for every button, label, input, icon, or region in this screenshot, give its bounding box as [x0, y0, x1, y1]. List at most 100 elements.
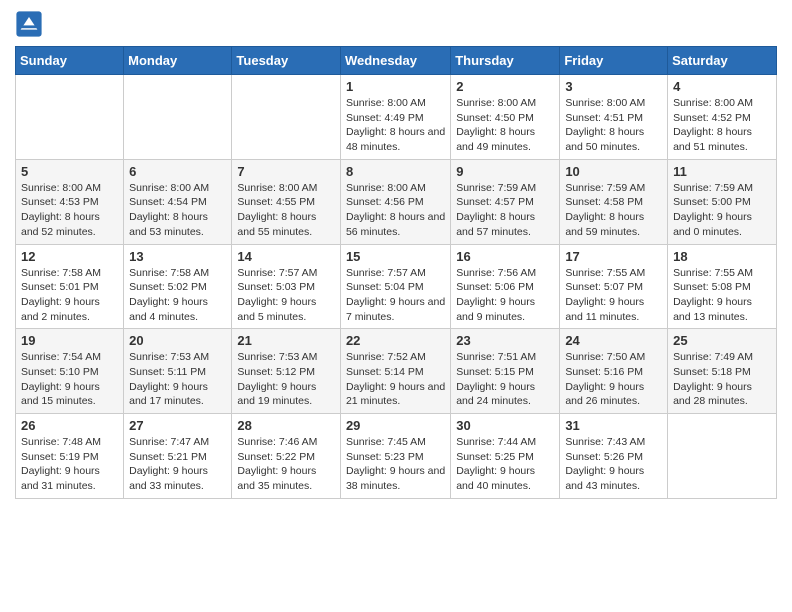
- day-info: Sunrise: 7:54 AM Sunset: 5:10 PM Dayligh…: [21, 350, 118, 409]
- day-info: Sunrise: 7:58 AM Sunset: 5:02 PM Dayligh…: [129, 266, 226, 325]
- day-info: Sunrise: 7:57 AM Sunset: 5:03 PM Dayligh…: [237, 266, 335, 325]
- calendar-cell: 3 Sunrise: 8:00 AM Sunset: 4:51 PM Daylig…: [560, 75, 668, 160]
- day-number: 29: [346, 418, 445, 433]
- day-number: 23: [456, 333, 554, 348]
- calendar-cell: [124, 75, 232, 160]
- day-info: Sunrise: 8:00 AM Sunset: 4:52 PM Dayligh…: [673, 96, 771, 155]
- day-number: 7: [237, 164, 335, 179]
- calendar-cell: 19 Sunrise: 7:54 AM Sunset: 5:10 PM Dayli…: [16, 329, 124, 414]
- weekday-header-sunday: Sunday: [16, 47, 124, 75]
- day-info: Sunrise: 7:55 AM Sunset: 5:07 PM Dayligh…: [565, 266, 662, 325]
- calendar-table: SundayMondayTuesdayWednesdayThursdayFrid…: [15, 46, 777, 499]
- day-info: Sunrise: 8:00 AM Sunset: 4:56 PM Dayligh…: [346, 181, 445, 240]
- day-info: Sunrise: 7:59 AM Sunset: 4:57 PM Dayligh…: [456, 181, 554, 240]
- day-number: 17: [565, 249, 662, 264]
- day-number: 12: [21, 249, 118, 264]
- calendar-week-3: 12 Sunrise: 7:58 AM Sunset: 5:01 PM Dayli…: [16, 244, 777, 329]
- day-number: 27: [129, 418, 226, 433]
- day-info: Sunrise: 7:59 AM Sunset: 5:00 PM Dayligh…: [673, 181, 771, 240]
- calendar-cell: 9 Sunrise: 7:59 AM Sunset: 4:57 PM Daylig…: [451, 159, 560, 244]
- day-info: Sunrise: 7:51 AM Sunset: 5:15 PM Dayligh…: [456, 350, 554, 409]
- calendar-cell: 15 Sunrise: 7:57 AM Sunset: 5:04 PM Dayli…: [340, 244, 450, 329]
- day-info: Sunrise: 7:53 AM Sunset: 5:12 PM Dayligh…: [237, 350, 335, 409]
- day-number: 21: [237, 333, 335, 348]
- day-info: Sunrise: 7:47 AM Sunset: 5:21 PM Dayligh…: [129, 435, 226, 494]
- day-number: 22: [346, 333, 445, 348]
- day-info: Sunrise: 7:52 AM Sunset: 5:14 PM Dayligh…: [346, 350, 445, 409]
- calendar-cell: 11 Sunrise: 7:59 AM Sunset: 5:00 PM Dayli…: [668, 159, 777, 244]
- calendar-cell: 2 Sunrise: 8:00 AM Sunset: 4:50 PM Daylig…: [451, 75, 560, 160]
- day-info: Sunrise: 7:48 AM Sunset: 5:19 PM Dayligh…: [21, 435, 118, 494]
- calendar-cell: 5Sunrise: 8:00 AM Sunset: 4:53 PM Daylig…: [16, 159, 124, 244]
- weekday-header-thursday: Thursday: [451, 47, 560, 75]
- weekday-header-row: SundayMondayTuesdayWednesdayThursdayFrid…: [16, 47, 777, 75]
- day-info: Sunrise: 8:00 AM Sunset: 4:51 PM Dayligh…: [565, 96, 662, 155]
- day-info: Sunrise: 7:56 AM Sunset: 5:06 PM Dayligh…: [456, 266, 554, 325]
- day-info: Sunrise: 7:45 AM Sunset: 5:23 PM Dayligh…: [346, 435, 445, 494]
- calendar-cell: 24 Sunrise: 7:50 AM Sunset: 5:16 PM Dayli…: [560, 329, 668, 414]
- calendar-cell: 25Sunrise: 7:49 AM Sunset: 5:18 PM Dayli…: [668, 329, 777, 414]
- calendar-week-1: 1Sunrise: 8:00 AM Sunset: 4:49 PM Daylig…: [16, 75, 777, 160]
- day-number: 14: [237, 249, 335, 264]
- day-number: 9: [456, 164, 554, 179]
- day-info: Sunrise: 7:49 AM Sunset: 5:18 PM Dayligh…: [673, 350, 771, 409]
- day-info: Sunrise: 7:46 AM Sunset: 5:22 PM Dayligh…: [237, 435, 335, 494]
- day-number: 19: [21, 333, 118, 348]
- calendar-cell: 31 Sunrise: 7:43 AM Sunset: 5:26 PM Dayli…: [560, 414, 668, 499]
- page: SundayMondayTuesdayWednesdayThursdayFrid…: [0, 0, 792, 514]
- day-number: 2: [456, 79, 554, 94]
- calendar-week-5: 26 Sunrise: 7:48 AM Sunset: 5:19 PM Dayli…: [16, 414, 777, 499]
- calendar-cell: 7Sunrise: 8:00 AM Sunset: 4:55 PM Daylig…: [232, 159, 341, 244]
- day-info: Sunrise: 7:53 AM Sunset: 5:11 PM Dayligh…: [129, 350, 226, 409]
- day-info: Sunrise: 8:00 AM Sunset: 4:53 PM Dayligh…: [21, 181, 118, 240]
- day-number: 3: [565, 79, 662, 94]
- day-info: Sunrise: 7:43 AM Sunset: 5:26 PM Dayligh…: [565, 435, 662, 494]
- calendar-cell: 16Sunrise: 7:56 AM Sunset: 5:06 PM Dayli…: [451, 244, 560, 329]
- day-number: 26: [21, 418, 118, 433]
- calendar-cell: 30Sunrise: 7:44 AM Sunset: 5:25 PM Dayli…: [451, 414, 560, 499]
- calendar-week-2: 5Sunrise: 8:00 AM Sunset: 4:53 PM Daylig…: [16, 159, 777, 244]
- calendar-cell: 10Sunrise: 7:59 AM Sunset: 4:58 PM Dayli…: [560, 159, 668, 244]
- day-number: 11: [673, 164, 771, 179]
- logo-icon: [15, 10, 43, 38]
- day-info: Sunrise: 7:57 AM Sunset: 5:04 PM Dayligh…: [346, 266, 445, 325]
- calendar-cell: 18Sunrise: 7:55 AM Sunset: 5:08 PM Dayli…: [668, 244, 777, 329]
- calendar-cell: 26 Sunrise: 7:48 AM Sunset: 5:19 PM Dayli…: [16, 414, 124, 499]
- day-number: 24: [565, 333, 662, 348]
- day-info: Sunrise: 7:50 AM Sunset: 5:16 PM Dayligh…: [565, 350, 662, 409]
- calendar-week-4: 19 Sunrise: 7:54 AM Sunset: 5:10 PM Dayli…: [16, 329, 777, 414]
- calendar-cell: [232, 75, 341, 160]
- day-info: Sunrise: 7:58 AM Sunset: 5:01 PM Dayligh…: [21, 266, 118, 325]
- header: [15, 10, 777, 38]
- day-info: Sunrise: 8:00 AM Sunset: 4:49 PM Dayligh…: [346, 96, 445, 155]
- calendar-cell: 12 Sunrise: 7:58 AM Sunset: 5:01 PM Dayli…: [16, 244, 124, 329]
- day-number: 30: [456, 418, 554, 433]
- calendar-cell: 4 Sunrise: 8:00 AM Sunset: 4:52 PM Daylig…: [668, 75, 777, 160]
- calendar-cell: [668, 414, 777, 499]
- calendar-cell: 8 Sunrise: 8:00 AM Sunset: 4:56 PM Daylig…: [340, 159, 450, 244]
- logo: [15, 10, 47, 38]
- calendar-cell: 28 Sunrise: 7:46 AM Sunset: 5:22 PM Dayli…: [232, 414, 341, 499]
- calendar-cell: [16, 75, 124, 160]
- day-number: 4: [673, 79, 771, 94]
- weekday-header-friday: Friday: [560, 47, 668, 75]
- day-number: 8: [346, 164, 445, 179]
- calendar-cell: 20Sunrise: 7:53 AM Sunset: 5:11 PM Dayli…: [124, 329, 232, 414]
- weekday-header-tuesday: Tuesday: [232, 47, 341, 75]
- calendar-cell: 27 Sunrise: 7:47 AM Sunset: 5:21 PM Dayli…: [124, 414, 232, 499]
- day-number: 31: [565, 418, 662, 433]
- day-info: Sunrise: 8:00 AM Sunset: 4:50 PM Dayligh…: [456, 96, 554, 155]
- calendar-cell: 13 Sunrise: 7:58 AM Sunset: 5:02 PM Dayli…: [124, 244, 232, 329]
- day-number: 13: [129, 249, 226, 264]
- day-number: 28: [237, 418, 335, 433]
- day-info: Sunrise: 8:00 AM Sunset: 4:54 PM Dayligh…: [129, 181, 226, 240]
- day-number: 15: [346, 249, 445, 264]
- day-number: 10: [565, 164, 662, 179]
- calendar-cell: 6 Sunrise: 8:00 AM Sunset: 4:54 PM Daylig…: [124, 159, 232, 244]
- calendar-cell: 17 Sunrise: 7:55 AM Sunset: 5:07 PM Dayli…: [560, 244, 668, 329]
- day-number: 6: [129, 164, 226, 179]
- calendar-cell: 22 Sunrise: 7:52 AM Sunset: 5:14 PM Dayli…: [340, 329, 450, 414]
- day-number: 18: [673, 249, 771, 264]
- calendar-cell: 21 Sunrise: 7:53 AM Sunset: 5:12 PM Dayli…: [232, 329, 341, 414]
- calendar-cell: 1Sunrise: 8:00 AM Sunset: 4:49 PM Daylig…: [340, 75, 450, 160]
